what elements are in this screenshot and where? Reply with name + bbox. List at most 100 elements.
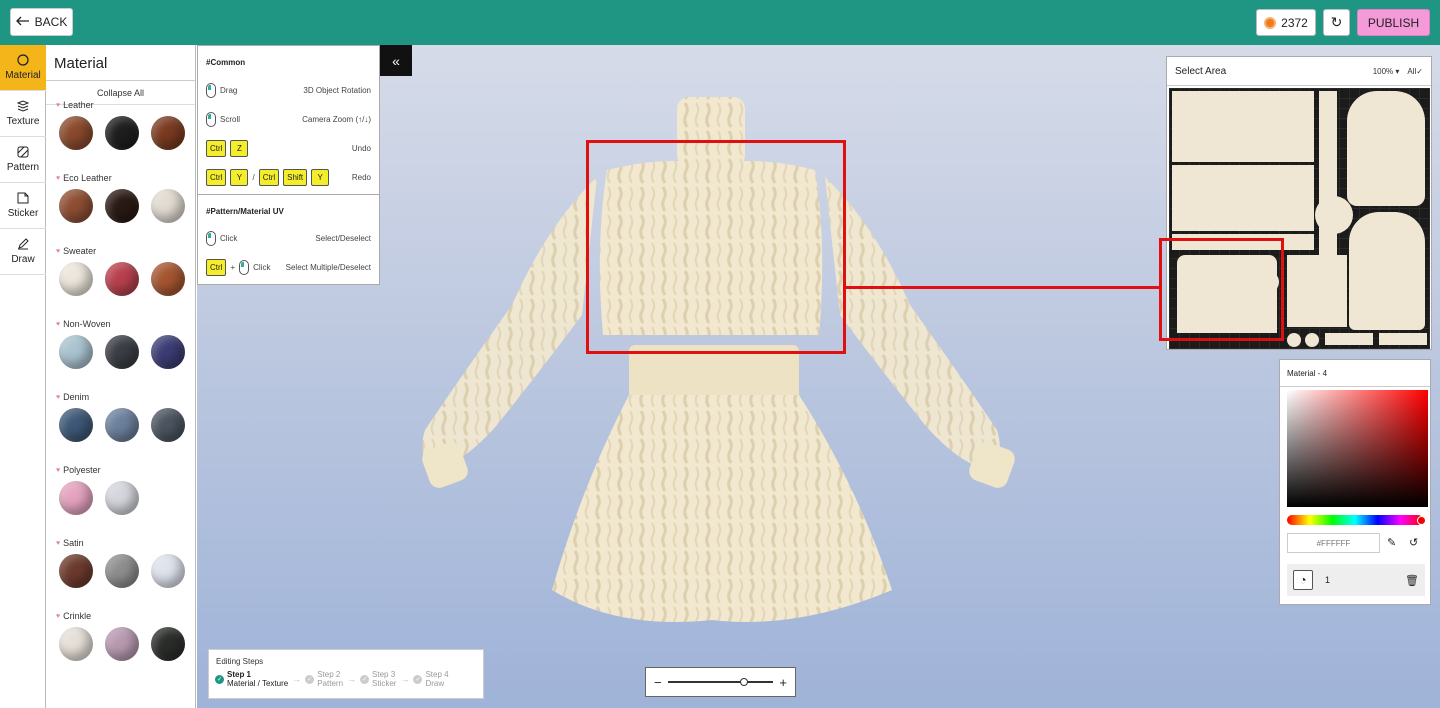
material-swatch[interactable] <box>59 481 93 515</box>
material-swatch[interactable] <box>59 262 93 296</box>
material-swatch[interactable] <box>151 335 185 369</box>
rail-item-material[interactable]: Material <box>0 45 46 91</box>
back-button[interactable]: BACK <box>10 8 73 36</box>
material-swatch[interactable] <box>59 627 93 661</box>
refresh-icon: ↻ <box>1330 14 1343 30</box>
zoom-dropdown[interactable]: 100% ▾ <box>1373 67 1400 76</box>
uv-piece[interactable] <box>1287 255 1347 327</box>
step-3[interactable]: ✓ Step 3 Sticker <box>360 670 396 688</box>
material-swatch[interactable] <box>59 408 93 442</box>
step-desc: Material / Texture <box>227 679 289 688</box>
category-name: Eco Leather <box>63 173 112 183</box>
collapse-shortcuts-button[interactable]: « <box>380 45 412 76</box>
rail-label: Pattern <box>6 162 40 173</box>
material-swatch[interactable] <box>151 627 185 661</box>
uv-piece[interactable] <box>1319 91 1337 261</box>
arrow-left-icon <box>15 15 30 29</box>
saturation-picker[interactable] <box>1287 390 1428 507</box>
category-label[interactable]: ♥ Leather <box>46 94 195 116</box>
key-shift: Shift <box>283 169 308 186</box>
material-swatch[interactable] <box>151 408 185 442</box>
swatch-row <box>46 262 195 313</box>
category-label[interactable]: ♥ Denim <box>46 386 195 408</box>
material-swatch[interactable] <box>59 116 93 150</box>
material-swatch[interactable] <box>105 481 139 515</box>
heart-icon: ♥ <box>56 466 61 474</box>
material-swatch[interactable] <box>151 554 185 588</box>
material-swatch[interactable] <box>151 262 185 296</box>
shortcut-action: Select/Deselect <box>315 234 371 243</box>
trash-icon[interactable]: 🗑 <box>1405 574 1419 587</box>
uv-piece[interactable] <box>1325 333 1373 345</box>
publish-button[interactable]: PUBLISH <box>1357 9 1430 36</box>
plus-sign: + <box>230 263 236 272</box>
uv-piece[interactable] <box>1315 196 1353 234</box>
shortcut-action: Camera Zoom (↑/↓) <box>302 115 371 124</box>
material-swatch[interactable] <box>151 189 185 223</box>
uv-piece[interactable] <box>1172 91 1314 162</box>
uv-piece[interactable] <box>1305 333 1319 347</box>
step-1[interactable]: ✓ Step 1 Material / Texture <box>215 670 288 688</box>
uv-piece[interactable] <box>1347 91 1425 206</box>
material-swatch[interactable] <box>59 189 93 223</box>
uv-piece[interactable] <box>1287 333 1301 347</box>
rail-item-pattern[interactable]: Pattern <box>0 137 46 183</box>
arrow-right-icon: → <box>292 674 302 684</box>
common-title: #Common <box>206 58 246 67</box>
material-swatch[interactable] <box>105 116 139 150</box>
material-swatch[interactable] <box>105 335 139 369</box>
check-icon: ✓ <box>1416 66 1423 76</box>
rail-item-draw[interactable]: Draw <box>0 229 46 275</box>
key-z: Z <box>230 140 249 157</box>
key-ctrl: Ctrl <box>206 169 227 186</box>
zoom-in-button[interactable]: + <box>779 675 787 690</box>
heart-icon: ♥ <box>56 247 61 255</box>
reset-icon[interactable]: ↺ <box>1409 536 1418 549</box>
step-desc: Sticker <box>372 679 397 688</box>
texture-icon <box>16 100 30 114</box>
rail-item-sticker[interactable]: Sticker <box>0 183 46 229</box>
material-swatch[interactable] <box>151 116 185 150</box>
material-swatch[interactable] <box>59 335 93 369</box>
category-label[interactable]: ♥ Eco Leather <box>46 167 195 189</box>
category-name: Non-Woven <box>63 319 111 329</box>
category-label[interactable]: ♥ Crinkle <box>46 605 195 627</box>
sticker-icon <box>17 192 29 206</box>
material-swatch[interactable] <box>105 554 139 588</box>
material-swatch[interactable] <box>59 554 93 588</box>
check-icon: ✓ <box>413 674 423 684</box>
step-desc: Pattern <box>317 679 344 688</box>
eyedropper-icon[interactable]: ✎ <box>1387 536 1396 549</box>
filter-all[interactable]: All✓ <box>1407 67 1423 76</box>
zoom-slider[interactable] <box>667 678 774 686</box>
category-label[interactable]: ♥ Satin <box>46 532 195 554</box>
uv-piece[interactable] <box>1172 165 1314 231</box>
category-label[interactable]: ♥ Polyester <box>46 459 195 481</box>
material-swatch[interactable] <box>105 189 139 223</box>
uv-piece[interactable] <box>1379 333 1427 345</box>
hex-input[interactable] <box>1287 533 1380 553</box>
category-label[interactable]: ♥ Non-Woven <box>46 313 195 335</box>
hue-slider[interactable] <box>1287 515 1423 525</box>
zoom-out-button[interactable]: − <box>654 675 662 690</box>
key-ctrl: Ctrl <box>258 169 280 186</box>
shortcut-key-label: Drag <box>220 86 238 95</box>
uv-piece[interactable] <box>1349 212 1425 330</box>
shortcut-action: Undo <box>351 144 371 153</box>
step-4[interactable]: ✓ Step 4 Draw <box>413 670 449 688</box>
material-swatch[interactable] <box>105 408 139 442</box>
category-label[interactable]: ♥ Sweater <box>46 240 195 262</box>
zoom-slider-handle[interactable] <box>739 678 748 686</box>
rail-item-texture[interactable]: Texture <box>0 91 46 137</box>
reset-button[interactable]: ↻ <box>1323 9 1350 36</box>
hue-slider-handle[interactable] <box>1417 516 1426 525</box>
back-label: BACK <box>34 15 68 29</box>
material-swatch[interactable] <box>105 627 139 661</box>
shortcut-key-label: Scroll <box>220 115 241 124</box>
coin-icon <box>1264 16 1277 29</box>
layer-index: 1 <box>1325 575 1331 585</box>
material-swatch[interactable] <box>105 262 139 296</box>
material-layer-row[interactable]: ◔ 1 🗑 <box>1287 564 1425 596</box>
step-2[interactable]: ✓ Step 2 Pattern <box>305 670 343 688</box>
shortcut-redo: Ctrl Y / Ctrl Shift Y Redo <box>198 163 379 192</box>
